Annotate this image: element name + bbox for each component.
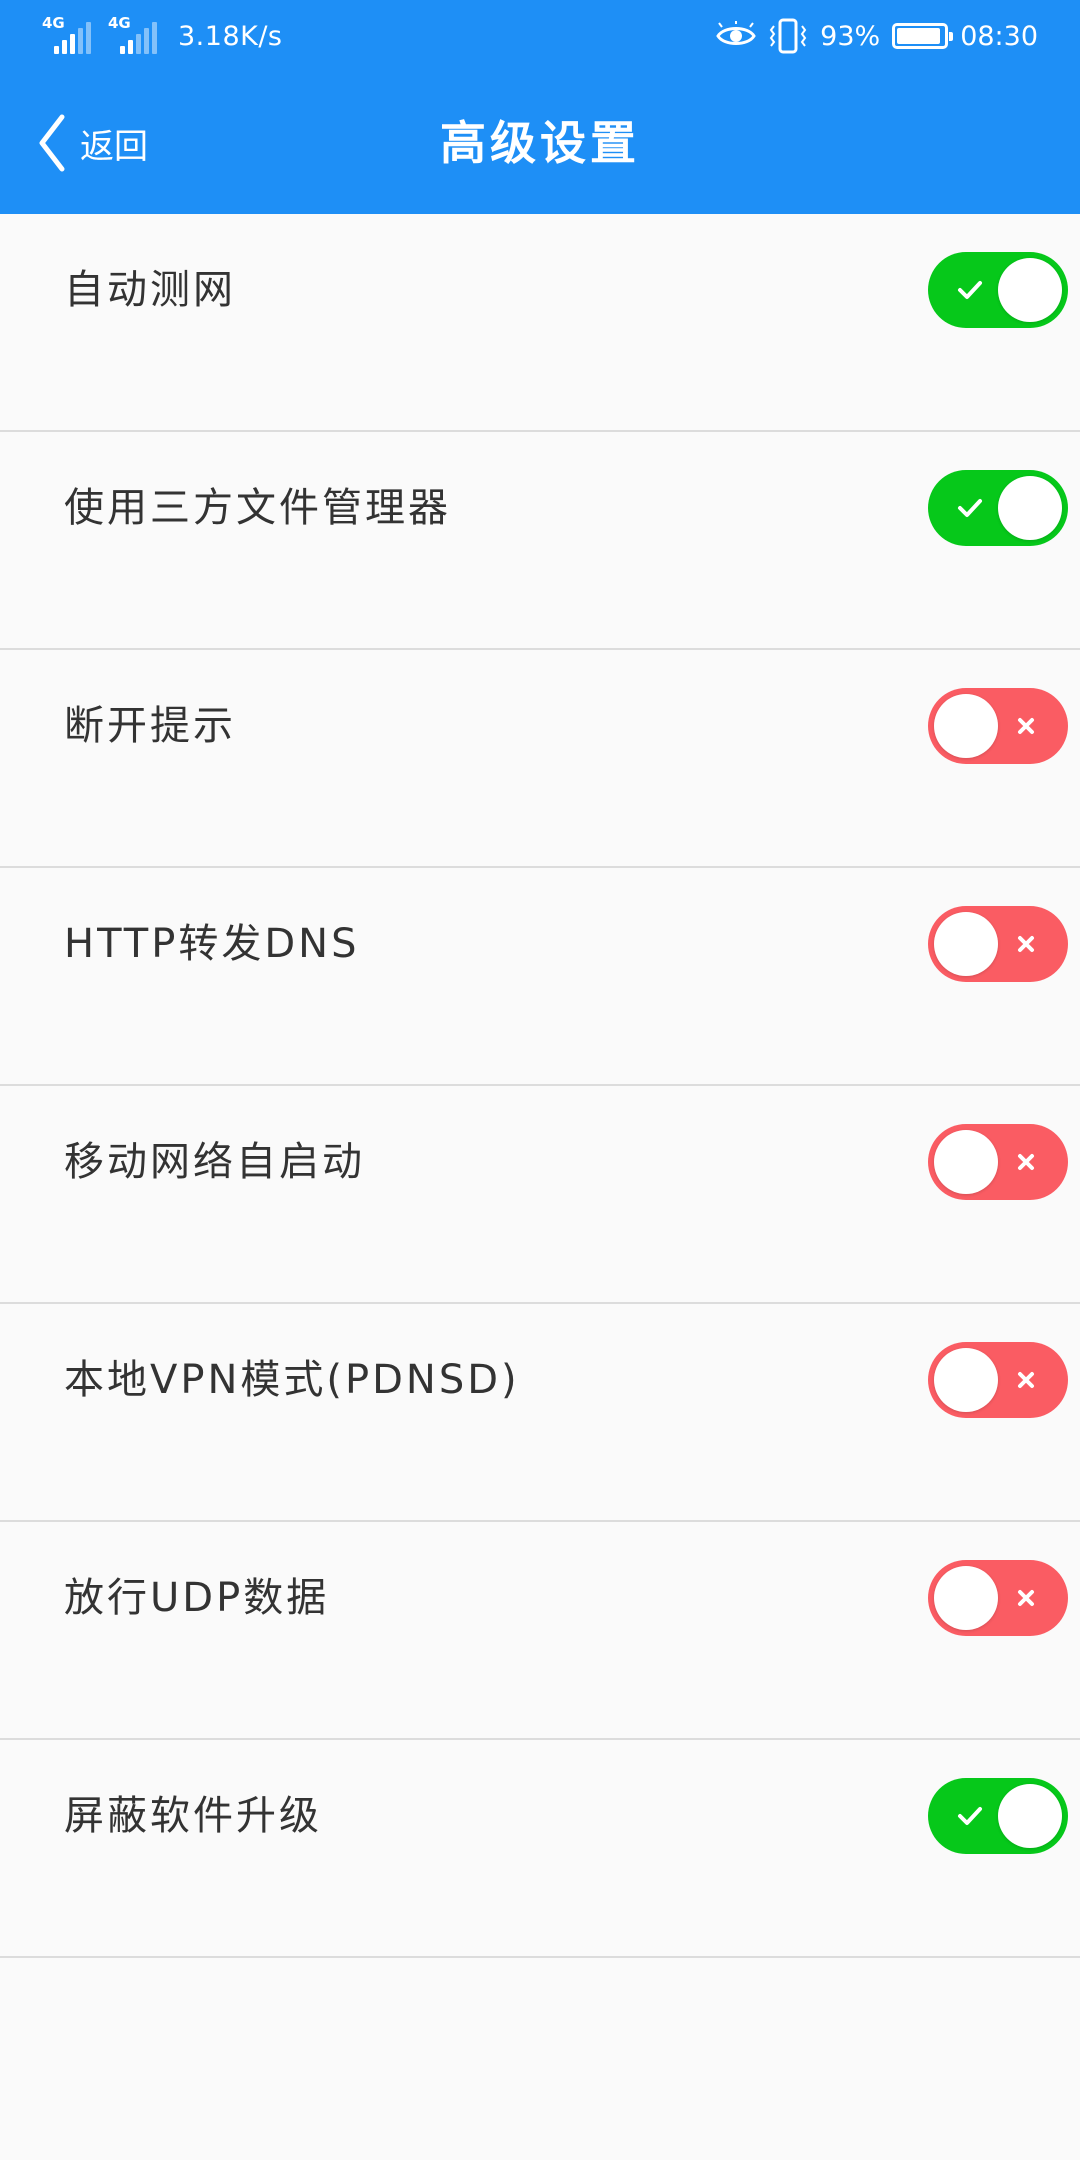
check-icon	[950, 470, 990, 546]
setting-row: 放行UDP数据	[0, 1522, 1080, 1740]
setting-row: 自动测网	[0, 214, 1080, 432]
setting-toggle[interactable]	[928, 688, 1068, 764]
toggle-knob	[934, 694, 998, 758]
toggle-knob	[998, 476, 1062, 540]
setting-row: 移动网络自启动	[0, 1086, 1080, 1304]
setting-label: 移动网络自启动	[64, 1139, 365, 1185]
title-bar: 返回 高级设置	[0, 72, 1080, 214]
vibrate-icon	[768, 18, 808, 54]
close-icon	[1006, 688, 1046, 764]
setting-toggle[interactable]	[928, 1124, 1068, 1200]
close-icon	[1006, 1560, 1046, 1636]
app-root: 4G 4G 3.18K/s 93% 08:30 返回 高级设置 自动测网 使用三…	[0, 0, 1080, 2160]
status-right: 93% 08:30	[716, 14, 1038, 58]
setting-toggle[interactable]	[928, 906, 1068, 982]
page-title: 高级设置	[440, 116, 640, 170]
network-speed: 3.18K/s	[178, 20, 283, 52]
setting-label: 放行UDP数据	[64, 1575, 330, 1621]
toggle-knob	[998, 1784, 1062, 1848]
toggle-knob	[934, 1348, 998, 1412]
signal-icon-sim2: 4G	[108, 16, 164, 56]
battery-percent: 93%	[820, 20, 881, 52]
signal-bars-2	[120, 22, 157, 54]
setting-row: 本地VPN模式(PDNSD)	[0, 1304, 1080, 1522]
setting-toggle[interactable]	[928, 1778, 1068, 1854]
setting-label: 使用三方文件管理器	[64, 485, 451, 531]
close-icon	[1006, 1342, 1046, 1418]
battery-fill	[897, 28, 940, 44]
setting-toggle[interactable]	[928, 1342, 1068, 1418]
status-left: 4G 4G 3.18K/s	[42, 14, 283, 58]
check-icon	[950, 1778, 990, 1854]
toggle-knob	[934, 1130, 998, 1194]
setting-label: HTTP转发DNS	[64, 921, 360, 967]
setting-label: 断开提示	[64, 703, 236, 749]
setting-label: 本地VPN模式(PDNSD)	[64, 1357, 520, 1403]
settings-list: 自动测网使用三方文件管理器 断开提示 HTTP转发DNS 移动网络自启动本地VPN模式…	[0, 214, 1080, 1958]
close-icon	[1006, 1124, 1046, 1200]
clock: 08:30	[960, 20, 1038, 52]
header: 4G 4G 3.18K/s 93% 08:30 返回 高级设置	[0, 0, 1080, 214]
setting-toggle[interactable]	[928, 1560, 1068, 1636]
toggle-knob	[998, 258, 1062, 322]
setting-row: 使用三方文件管理器	[0, 432, 1080, 650]
eye-icon	[716, 21, 756, 51]
setting-label: 屏蔽软件升级	[64, 1793, 322, 1839]
setting-row: 断开提示	[0, 650, 1080, 868]
signal-bars-1	[54, 22, 91, 54]
battery-icon	[892, 23, 954, 49]
status-bar: 4G 4G 3.18K/s 93% 08:30	[0, 0, 1080, 72]
toggle-knob	[934, 1566, 998, 1630]
setting-toggle[interactable]	[928, 252, 1068, 328]
setting-row: HTTP转发DNS	[0, 868, 1080, 1086]
check-icon	[950, 252, 990, 328]
signal-icon-sim1: 4G	[42, 16, 98, 56]
close-icon	[1006, 906, 1046, 982]
setting-label: 自动测网	[64, 267, 236, 313]
setting-toggle[interactable]	[928, 470, 1068, 546]
toggle-knob	[934, 912, 998, 976]
setting-row: 屏蔽软件升级	[0, 1740, 1080, 1958]
